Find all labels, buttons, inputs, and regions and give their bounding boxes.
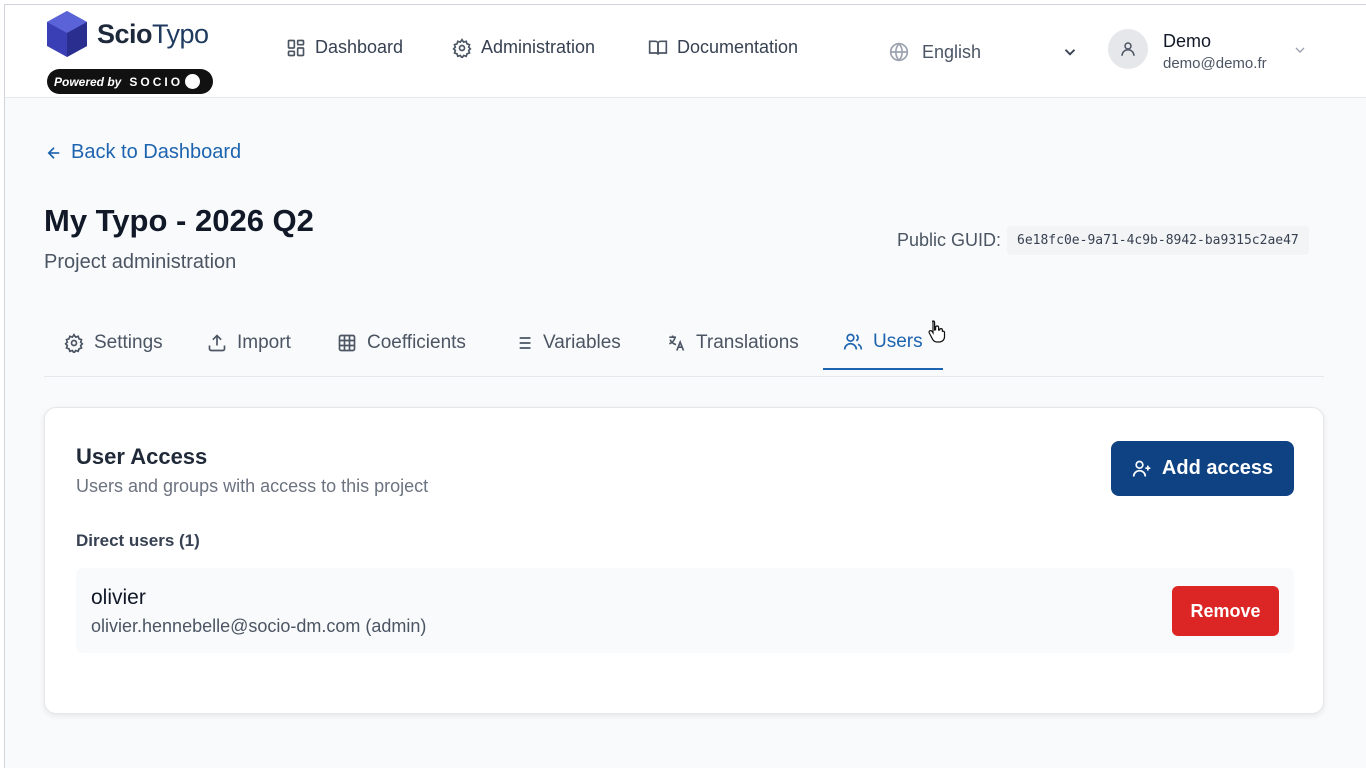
logo-scio-text: Scio	[97, 19, 153, 49]
top-header: ScioTypo Powered by SOCIO Dashboard Admi…	[5, 5, 1366, 98]
add-access-button[interactable]: Add access	[1111, 441, 1294, 496]
remove-user-button[interactable]: Remove	[1172, 586, 1279, 636]
upload-icon	[208, 333, 226, 351]
nav-dashboard[interactable]: Dashboard	[286, 37, 403, 58]
nav-dashboard-label: Dashboard	[315, 37, 404, 57]
back-to-dashboard-link[interactable]: Back to Dashboard	[45, 141, 241, 164]
page-title: My Typo - 2026 Q2	[44, 203, 314, 238]
avatar	[1108, 29, 1148, 69]
tab-users[interactable]: Users	[823, 315, 943, 370]
user-row-name: olivier	[91, 586, 146, 609]
logo-wordmark: ScioTypo	[97, 19, 209, 50]
tab-settings[interactable]: Settings	[44, 315, 183, 370]
tab-users-label: Users	[873, 330, 923, 352]
tab-settings-label: Settings	[94, 331, 163, 353]
user-access-title: User Access	[76, 444, 208, 469]
public-guid-value[interactable]: 6e18fc0e-9a71-4c9b-8942-ba9315c2ae47	[1007, 226, 1309, 255]
arrow-left-icon	[47, 146, 60, 159]
nav-administration[interactable]: Administration	[452, 37, 595, 58]
hand-pointer-cursor-icon	[928, 320, 946, 343]
book-icon	[648, 40, 668, 55]
tab-import-label: Import	[237, 331, 291, 353]
back-link-label: Back to Dashboard	[71, 141, 242, 163]
powered-by-badge: Powered by SOCIO	[47, 69, 213, 94]
app-frame: ScioTypo Powered by SOCIO Dashboard Admi…	[4, 4, 1366, 768]
direct-users-heading: Direct users (1)	[76, 531, 200, 550]
tab-translations-label: Translations	[696, 331, 799, 353]
sciotypo-logo[interactable]: ScioTypo Powered by SOCIO	[45, 9, 215, 95]
language-select[interactable]: English	[889, 37, 1079, 67]
tab-coefficients-label: Coefficients	[367, 331, 466, 353]
nav-administration-label: Administration	[481, 37, 596, 57]
public-guid-label: Public GUID:	[897, 230, 1002, 250]
list-icon	[515, 336, 531, 349]
gear-icon	[452, 37, 472, 58]
user-name: Demo	[1163, 31, 1212, 51]
user-email: demo@demo.fr	[1163, 55, 1267, 72]
page-subtitle: Project administration	[44, 251, 237, 273]
logo-hexagon-icon	[47, 11, 87, 57]
user-row-email: olivier.hennebelle@socio-dm.com (admin)	[91, 616, 427, 636]
language-value: English	[922, 41, 982, 62]
user-access-card: User Access Users and groups with access…	[44, 407, 1324, 714]
translate-icon	[669, 335, 685, 351]
table-icon	[338, 334, 356, 351]
user-menu[interactable]: Demo demo@demo.fr	[1108, 27, 1323, 77]
users-icon	[843, 333, 863, 350]
chevron-down-icon	[1295, 47, 1305, 53]
powered-by-text: Powered by	[54, 74, 122, 89]
project-tabs: Settings Import Coefficients Variables T…	[44, 315, 1324, 377]
tab-variables-label: Variables	[543, 331, 621, 353]
tab-variables[interactable]: Variables	[493, 315, 641, 370]
socio-mark-icon	[185, 74, 201, 89]
socio-text: SOCIO	[129, 74, 184, 89]
nav-documentation-label: Documentation	[677, 37, 799, 57]
globe-icon	[889, 42, 909, 62]
add-access-label: Add access	[1161, 457, 1274, 479]
tab-import[interactable]: Import	[187, 315, 311, 370]
nav-documentation[interactable]: Documentation	[648, 37, 798, 58]
chevron-down-icon	[1064, 49, 1076, 56]
logo-typo-text: Typo	[152, 19, 209, 49]
user-plus-icon	[1132, 460, 1151, 477]
tab-translations[interactable]: Translations	[646, 315, 819, 370]
tab-coefficients[interactable]: Coefficients	[317, 315, 486, 370]
user-icon	[1121, 42, 1135, 56]
gear-icon	[64, 332, 84, 353]
list-item: olivier olivier.hennebelle@socio-dm.com …	[76, 568, 1294, 653]
dashboard-icon	[287, 39, 305, 56]
user-access-subtitle: Users and groups with access to this pro…	[76, 476, 429, 496]
